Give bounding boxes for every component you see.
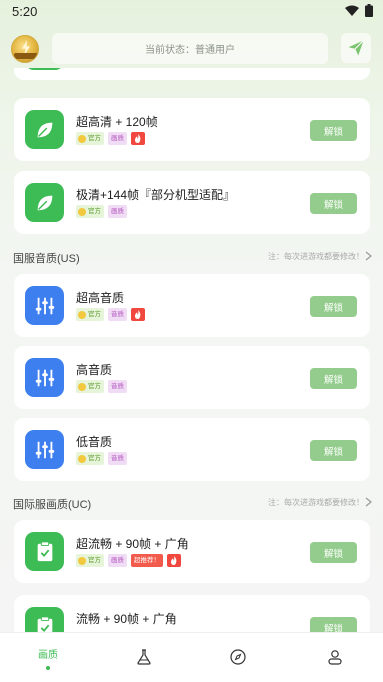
tag-category: 音质 <box>108 380 127 393</box>
section-header-us[interactable]: 国服音质(US) 注：每次进游戏都要修改！ <box>0 247 383 267</box>
list-item: 流畅 + 90帧 + 广角 解锁 <box>14 595 370 632</box>
tab-lab[interactable] <box>114 633 174 682</box>
unlock-button[interactable]: 解锁 <box>310 617 357 632</box>
tag-category: 画质 <box>108 205 127 218</box>
tag-official: 官方 <box>76 308 104 321</box>
list-item: 超高音质 官方 音质 解锁 <box>14 274 370 337</box>
section-note: 注：每次进游戏都要修改！ <box>268 252 364 261</box>
equalizer-icon <box>25 358 64 397</box>
section-note: 注：每次进游戏都要修改！ <box>268 498 364 507</box>
send-button[interactable] <box>341 33 371 63</box>
unlock-button[interactable]: 解锁 <box>310 193 357 214</box>
avatar[interactable] <box>11 35 39 63</box>
compass-icon <box>230 649 246 665</box>
tag-category: 画质 <box>108 554 127 567</box>
section-title: 国际服画质(UC) <box>13 499 92 511</box>
tag-official: 官方 <box>76 554 104 567</box>
list-item: 高音质 官方 音质 解锁 <box>14 346 370 409</box>
tag-category: 音质 <box>108 308 127 321</box>
leaf-icon <box>25 183 64 222</box>
settings-list[interactable]: 超高清 + 120帧 官方 画质 解锁 极清+144帧『部分机型适配』 官方 画… <box>0 68 383 632</box>
battery-icon <box>365 4 373 17</box>
section-title: 国服音质(US) <box>13 253 80 265</box>
chevron-right-icon <box>365 251 372 261</box>
section-header-uc[interactable]: 国际服画质(UC) 注：每次进游戏都要修改！ <box>0 493 383 513</box>
unlock-button[interactable]: 解锁 <box>310 296 357 317</box>
unlock-button[interactable]: 解锁 <box>310 368 357 389</box>
user-state-display: 当前状态：普通用户 <box>52 33 328 64</box>
clipboard-check-icon <box>25 607 64 632</box>
tab-quality-label: 画质 <box>38 650 58 661</box>
bottom-tab-bar: 画质 <box>0 632 383 682</box>
item-name: 超高音质 <box>76 291 125 305</box>
tab-profile[interactable] <box>305 633 365 682</box>
tag-official: 官方 <box>76 132 104 145</box>
leaf-icon <box>25 110 64 149</box>
flame-icon <box>131 132 145 145</box>
wifi-icon <box>345 5 359 16</box>
item-name: 低音质 <box>76 435 113 449</box>
clock: 5:20 <box>12 4 38 19</box>
chevron-right-icon <box>365 497 372 507</box>
tag-official: 官方 <box>76 380 104 393</box>
paper-plane-icon <box>348 40 364 56</box>
system-icons <box>345 4 373 17</box>
item-name: 流畅 + 90帧 + 广角 <box>76 612 177 626</box>
tag-official: 官方 <box>76 205 104 218</box>
item-name: 超流畅 + 90帧 + 广角 <box>76 537 189 551</box>
tag-category: 画质 <box>108 132 127 145</box>
status-bar: 5:20 <box>0 0 383 22</box>
list-item: 低音质 官方 音质 解锁 <box>14 418 370 481</box>
list-item: 超高清 + 120帧 官方 画质 解锁 <box>14 98 370 161</box>
flask-icon <box>137 649 151 665</box>
equalizer-icon <box>25 430 64 469</box>
flame-icon <box>131 308 145 321</box>
clipboard-check-icon <box>25 532 64 571</box>
tab-quality[interactable]: 画质 <box>18 633 78 682</box>
user-state-text: 当前状态：普通用户 <box>145 45 235 56</box>
list-item-partial <box>14 68 370 80</box>
item-name: 极清+144帧『部分机型适配』 <box>76 188 236 202</box>
unlock-button[interactable]: 解锁 <box>310 440 357 461</box>
item-name: 超高清 + 120帧 <box>76 115 158 129</box>
unlock-button[interactable]: 解锁 <box>310 120 357 141</box>
tag-official: 官方 <box>76 452 104 465</box>
list-item: 极清+144帧『部分机型适配』 官方 画质 解锁 <box>14 171 370 234</box>
item-name: 高音质 <box>76 363 113 377</box>
tag-category: 音质 <box>108 452 127 465</box>
tag-recommend: 超推荐！ <box>131 554 163 567</box>
user-icon <box>328 650 342 665</box>
list-item: 超流畅 + 90帧 + 广角 官方 画质 超推荐！ 解锁 <box>14 520 370 583</box>
active-indicator <box>46 666 50 670</box>
flame-icon <box>167 554 181 567</box>
tab-discover[interactable] <box>208 633 268 682</box>
unlock-button[interactable]: 解锁 <box>310 542 357 563</box>
top-bar: 当前状态：普通用户 <box>0 30 383 68</box>
equalizer-icon <box>25 286 64 325</box>
